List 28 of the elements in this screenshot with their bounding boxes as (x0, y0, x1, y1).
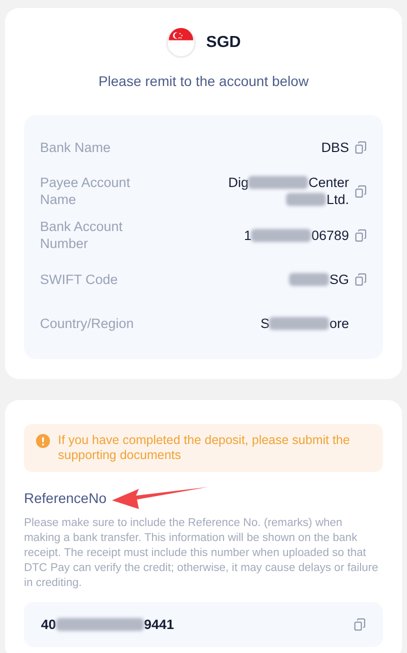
notice-text: If you have completed the deposit, please submit the supporting documents (58, 433, 351, 463)
reference-label: ReferenceNo (24, 490, 106, 506)
description-text: Please make sure to include the Reference No. (remarks) when making a bank transfer. This information will be shown on the bank receipt. The receipt must include this number when uploaded so that DTC Pay can verify the credit; otherwise, it may cause delays or failure in crediting. (24, 516, 380, 591)
instruction-text: Please remit to the account below (97, 73, 310, 89)
field-value: 06789 (311, 226, 349, 244)
field-value: DBS (321, 138, 349, 156)
copy-icon[interactable] (354, 272, 367, 286)
field-label: Payee Account Name (40, 174, 132, 208)
warning-icon (36, 434, 50, 448)
copy-icon[interactable] (353, 618, 366, 631)
field-value: 1 (244, 226, 252, 244)
copy-icon[interactable] (354, 184, 367, 198)
flag-icon (166, 28, 196, 58)
field-label: Bank Name (40, 138, 112, 156)
field-value: S (260, 314, 270, 332)
copy-icon[interactable] (354, 140, 367, 154)
field-value: Dig (228, 174, 248, 191)
currency-code: SGD (206, 34, 241, 52)
field-value: ore (329, 314, 349, 332)
field-label: Country/Region (40, 314, 135, 332)
reference-value: 40 (41, 617, 56, 632)
field-value: Ltd. (326, 191, 349, 208)
field-label: Bank Account Number (40, 218, 124, 252)
reference-value: 9441 (144, 617, 174, 632)
field-value: Center (308, 174, 349, 191)
field-label: SWIFT Code (40, 270, 119, 288)
field-value: SG (329, 270, 349, 288)
copy-icon[interactable] (354, 228, 367, 242)
